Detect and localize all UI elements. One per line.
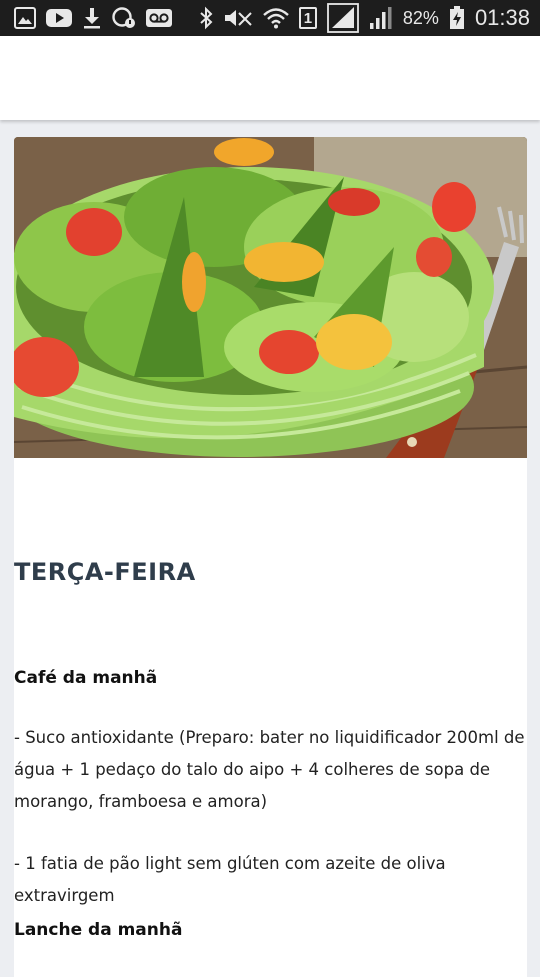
clock: 01:38 (474, 5, 530, 30)
status-bar-system: 1 82% 01:38 (199, 3, 530, 33)
whatsapp-icon (112, 6, 136, 30)
app-header (0, 36, 540, 120)
mute-icon (223, 6, 253, 30)
signal-icon (327, 3, 359, 33)
battery-charging-icon (449, 6, 465, 30)
status-bar: 1 82% 01:38 (0, 0, 540, 36)
meal-item: - 1 fatia de pão light sem glúten com az… (14, 854, 446, 905)
status-bar-notifications (14, 6, 172, 30)
signal-icon (369, 6, 393, 30)
download-icon (82, 6, 102, 30)
meal-heading-lanche: Lanche da manhã (14, 920, 183, 940)
wifi-icon (263, 6, 289, 30)
youtube-icon (46, 6, 72, 30)
meal-item: - Suco antioxidante (Preparo: bater no l… (14, 728, 525, 811)
sim-icon: 1 (298, 7, 317, 29)
page-title: TERÇA-FEIRA (14, 558, 196, 586)
article-card: TERÇA-FEIRA Café da manhã - Suco antioxi… (14, 137, 527, 977)
meal-heading-cafe: Café da manhã (14, 668, 158, 688)
salad-bowl-image (14, 137, 527, 458)
bluetooth-icon (199, 6, 213, 30)
battery-percent: 82% (402, 7, 439, 28)
gallery-icon (14, 6, 36, 30)
voicemail-icon (146, 6, 172, 30)
